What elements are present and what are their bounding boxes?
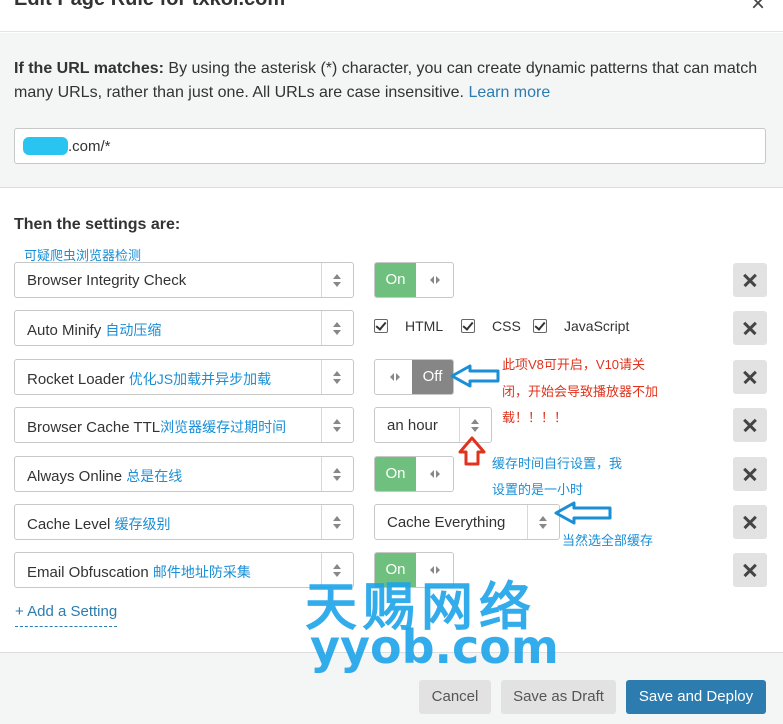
arrow-left-icon xyxy=(450,364,500,388)
arrow-left-icon xyxy=(554,501,612,525)
watermark-logo-url: yyob.com xyxy=(310,620,559,674)
arrow-up-icon xyxy=(458,436,486,466)
